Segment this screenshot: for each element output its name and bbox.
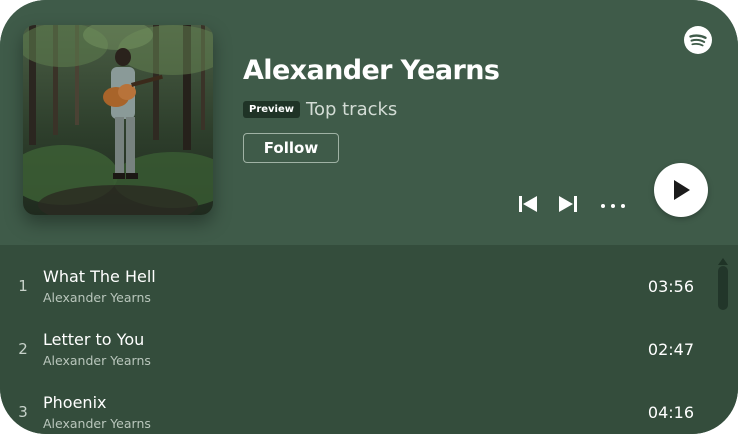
- artist-name[interactable]: Alexander Yearns: [243, 55, 500, 86]
- track-row-1[interactable]: 1 What The Hell Alexander Yearns 03:56: [0, 245, 710, 305]
- track-row-3[interactable]: 3 Phoenix Alexander Yearns 04:16: [0, 371, 710, 431]
- play-button[interactable]: [654, 163, 708, 217]
- track-duration: 02:47: [647, 340, 694, 359]
- track-number: 3: [18, 403, 28, 421]
- track-duration: 03:56: [647, 277, 694, 296]
- track-list: 1 What The Hell Alexander Yearns 03:56 2…: [0, 245, 738, 434]
- album-cover[interactable]: [23, 25, 213, 215]
- subtitle: Top tracks: [306, 98, 398, 120]
- scrollbar-thumb[interactable]: [718, 266, 728, 310]
- spotify-embed-card: Alexander Yearns Preview Top tracks Foll…: [0, 0, 738, 434]
- track-row-2[interactable]: 2 Letter to You Alexander Yearns 02:47: [0, 308, 710, 368]
- track-artist: Alexander Yearns: [43, 290, 151, 305]
- more-options-icon[interactable]: [599, 196, 627, 208]
- track-title: What The Hell: [43, 267, 156, 286]
- skip-next-icon[interactable]: [557, 194, 579, 214]
- track-duration: 04:16: [647, 403, 694, 422]
- spotify-logo-icon[interactable]: [684, 26, 712, 54]
- header: Alexander Yearns Preview Top tracks Foll…: [0, 0, 738, 245]
- track-artist: Alexander Yearns: [43, 353, 151, 368]
- scroll-up-arrow-icon[interactable]: [717, 251, 729, 265]
- album-cover-image: [23, 25, 213, 215]
- track-artist: Alexander Yearns: [43, 416, 151, 431]
- track-title: Letter to You: [43, 330, 145, 349]
- track-number: 1: [18, 277, 28, 295]
- track-number: 2: [18, 340, 28, 358]
- preview-badge: Preview: [243, 100, 301, 118]
- track-title: Phoenix: [43, 393, 107, 412]
- skip-previous-icon[interactable]: [517, 194, 539, 214]
- play-icon: [674, 180, 690, 200]
- follow-button[interactable]: Follow: [243, 133, 339, 163]
- subtitle-row: Preview Top tracks: [243, 97, 397, 121]
